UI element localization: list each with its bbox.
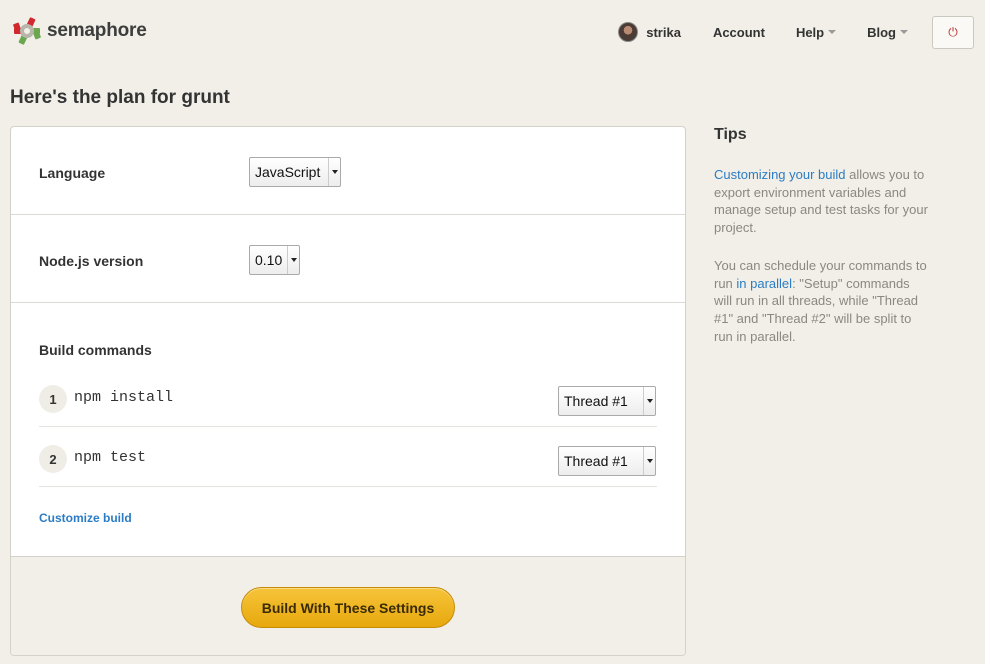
tip-customizing: Customizing your build allows you to exp…: [714, 166, 929, 237]
nav-blog-dropdown[interactable]: Blog: [867, 25, 908, 40]
tip-parallel: You can schedule your commands to run in…: [714, 257, 929, 346]
node-version-row: Node.js version 0.10: [11, 215, 685, 303]
nav-help-dropdown[interactable]: Help: [795, 24, 837, 40]
command-number-badge: 2: [39, 445, 67, 473]
nav-blog-label: Blog: [867, 24, 896, 40]
in-parallel-link[interactable]: in parallel: [736, 276, 792, 291]
build-settings-card: Language JavaScript Node.js version 0.10…: [10, 126, 686, 656]
user-name: strika: [646, 24, 681, 40]
nav-account-link[interactable]: Account: [713, 25, 765, 40]
build-command-row: 1 npm install Thread #1: [39, 367, 657, 427]
top-navbar: semaphore strika Account Help Blog ⏻: [0, 0, 985, 64]
tips-panel: Tips Customizing your build allows you t…: [714, 126, 929, 345]
thread-select[interactable]: Thread #1: [558, 386, 656, 416]
node-version-select-value: 0.10: [255, 252, 283, 268]
thread-select-value: Thread #1: [564, 453, 628, 469]
page-title: Here's the plan for grunt: [10, 87, 230, 108]
thread-select-value: Thread #1: [564, 393, 628, 409]
power-icon: ⏻: [948, 24, 958, 39]
customizing-build-link[interactable]: Customizing your build: [714, 167, 846, 182]
dropdown-arrow-icon: [287, 246, 299, 274]
card-footer: Build With These Settings: [11, 556, 685, 655]
customize-build-link[interactable]: Customize build: [39, 511, 132, 525]
logo-text: semaphore: [47, 20, 147, 41]
language-row: Language JavaScript: [11, 127, 685, 215]
logout-button[interactable]: ⏻: [932, 15, 974, 49]
node-version-label: Node.js version: [39, 253, 144, 269]
user-menu[interactable]: strika: [618, 22, 681, 42]
command-text: npm test: [74, 449, 147, 466]
tips-title: Tips: [714, 126, 747, 143]
nav-help-label: Help: [795, 24, 825, 40]
dropdown-arrow-icon: [643, 447, 655, 475]
chevron-down-icon: [828, 30, 837, 34]
semaphore-logo[interactable]: semaphore: [10, 14, 147, 48]
command-text: npm install: [74, 389, 174, 406]
language-label: Language: [39, 165, 106, 181]
thread-select[interactable]: Thread #1: [558, 446, 656, 476]
language-select-value: JavaScript: [255, 164, 321, 180]
semaphore-logo-icon: [13, 17, 41, 45]
build-commands-section: Build commands 1 npm install Thread #1 2…: [11, 304, 685, 556]
node-version-select[interactable]: 0.10: [249, 245, 300, 275]
build-with-settings-button[interactable]: Build With These Settings: [241, 587, 455, 628]
chevron-down-icon: [900, 30, 908, 34]
avatar: [618, 22, 639, 42]
language-select[interactable]: JavaScript: [249, 157, 341, 187]
command-number-badge: 1: [39, 385, 67, 413]
dropdown-arrow-icon: [328, 158, 340, 186]
main-nav: strika Account Help Blog ⏻: [618, 15, 985, 49]
build-commands-label: Build commands: [39, 342, 152, 358]
dropdown-arrow-icon: [643, 387, 655, 415]
build-command-row: 2 npm test Thread #1: [39, 427, 657, 487]
